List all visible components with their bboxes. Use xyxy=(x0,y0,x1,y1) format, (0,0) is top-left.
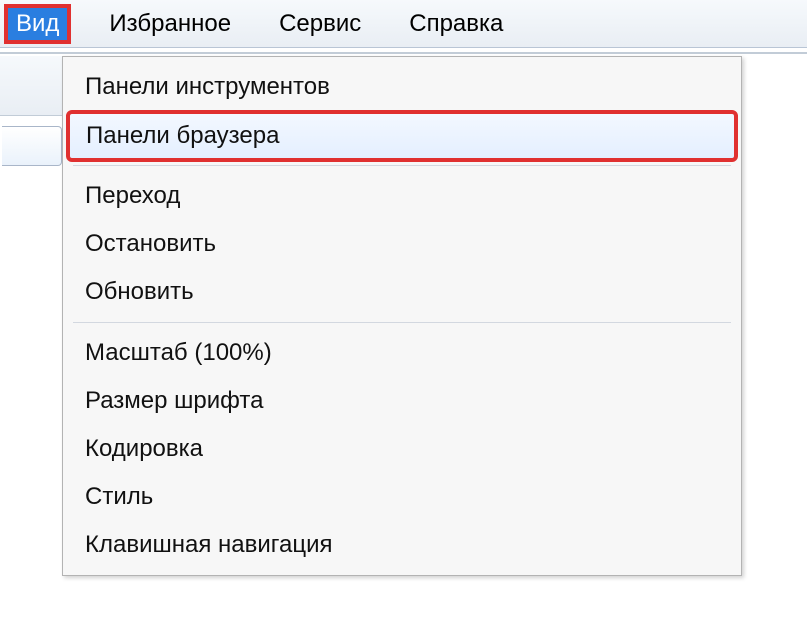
menu-item-label: Масштаб (100%) xyxy=(85,339,272,366)
addressbar-fragment xyxy=(2,126,62,166)
window-left-fragment xyxy=(0,56,62,616)
menu-item-toolbars[interactable]: Панели инструментов xyxy=(63,63,741,111)
menu-item-label: Размер шрифта xyxy=(85,387,263,414)
view-dropdown-menu: Панели инструментов Панели браузера Пере… xyxy=(62,56,742,576)
menu-item-encoding[interactable]: Кодировка xyxy=(63,425,741,473)
menu-item-goto[interactable]: Переход xyxy=(63,172,741,220)
menu-favorites[interactable]: Избранное xyxy=(99,4,241,44)
menu-item-label: Клавишная навигация xyxy=(85,531,333,558)
menu-item-zoom[interactable]: Масштаб (100%) xyxy=(63,329,741,377)
menu-item-label: Стиль xyxy=(85,483,153,510)
menu-help[interactable]: Справка xyxy=(399,4,513,44)
menu-separator xyxy=(73,322,731,323)
menu-item-label: Остановить xyxy=(85,230,216,257)
menu-item-label: Переход xyxy=(85,182,180,209)
menu-item-browser-panels[interactable]: Панели браузера xyxy=(69,113,735,159)
menu-favorites-label: Избранное xyxy=(109,10,231,38)
menu-item-caret-browsing[interactable]: Клавишная навигация xyxy=(63,521,741,569)
menu-view[interactable]: Вид xyxy=(4,4,71,44)
toolbar-fragment xyxy=(0,56,62,116)
menu-item-refresh[interactable]: Обновить xyxy=(63,268,741,316)
menubar: Вид Избранное Сервис Справка xyxy=(0,0,807,48)
menu-view-label: Вид xyxy=(16,10,59,38)
menu-item-text-size[interactable]: Размер шрифта xyxy=(63,377,741,425)
menu-separator xyxy=(73,165,731,166)
separator xyxy=(0,52,807,54)
menu-item-label: Обновить xyxy=(85,278,194,305)
menu-tools[interactable]: Сервис xyxy=(269,4,371,44)
menu-item-style[interactable]: Стиль xyxy=(63,473,741,521)
menu-item-label: Кодировка xyxy=(85,435,203,462)
menu-item-label: Панели браузера xyxy=(86,122,279,149)
menu-help-label: Справка xyxy=(409,10,503,38)
menu-item-label: Панели инструментов xyxy=(85,73,330,100)
menu-item-stop[interactable]: Остановить xyxy=(63,220,741,268)
menu-tools-label: Сервис xyxy=(279,10,361,38)
